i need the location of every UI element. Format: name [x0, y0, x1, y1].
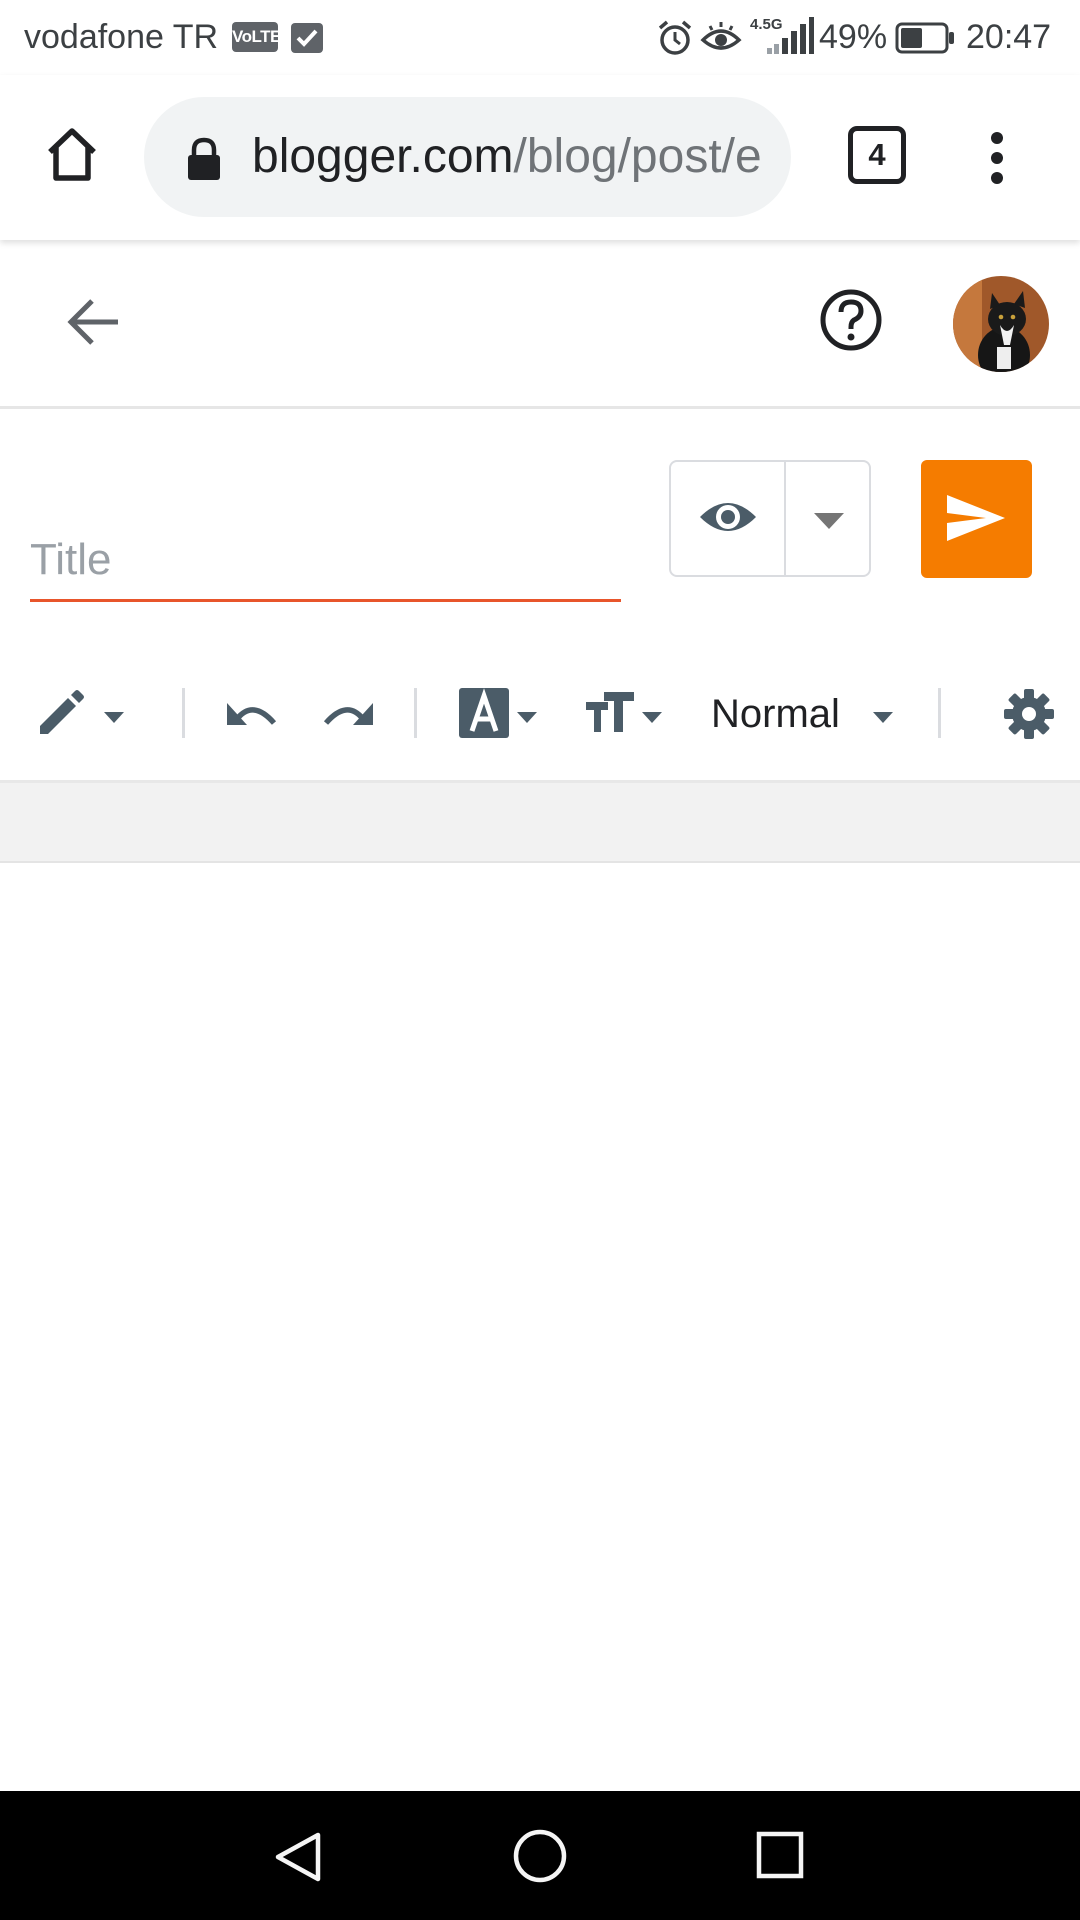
- more-vert-icon[interactable]: [982, 131, 1012, 185]
- nav-back-icon[interactable]: [274, 1831, 322, 1883]
- signal-icon: [765, 14, 815, 56]
- send-icon: [946, 494, 1006, 542]
- undo-icon[interactable]: [225, 695, 279, 731]
- preview-divider: [784, 462, 786, 575]
- app-header: [0, 240, 1080, 409]
- help-icon[interactable]: [819, 288, 883, 352]
- tabs-icon[interactable]: 4: [848, 126, 906, 184]
- pencil-icon[interactable]: [38, 690, 84, 736]
- task-check-icon: [290, 20, 324, 54]
- editor-gutter: [0, 783, 1080, 861]
- avatar[interactable]: [952, 275, 1050, 373]
- caret-down-icon[interactable]: [873, 712, 893, 723]
- caret-down-icon[interactable]: [642, 712, 662, 723]
- url-path: /blog/post/e: [513, 130, 762, 183]
- alarm-icon: [655, 18, 695, 58]
- preview-eye-icon[interactable]: [698, 495, 758, 539]
- redo-icon[interactable]: [321, 695, 375, 731]
- title-underline: [30, 599, 621, 602]
- post-body-editor[interactable]: [0, 861, 1080, 1793]
- preview-button-group: [669, 460, 871, 577]
- caret-down-icon[interactable]: [104, 712, 124, 723]
- url-host: blogger.com: [252, 130, 514, 183]
- toolbar-separator: [414, 688, 417, 738]
- caret-down-icon[interactable]: [517, 712, 537, 723]
- url-bar[interactable]: blogger.com/blog/post/e: [144, 97, 791, 217]
- title-input[interactable]: [30, 525, 620, 595]
- font-size-icon[interactable]: [586, 692, 634, 734]
- status-bar: vodafone TR VoLTE 4.5G 49% 20:47: [0, 0, 1080, 75]
- toolbar-separator: [938, 688, 941, 738]
- paragraph-style-select[interactable]: Normal: [711, 684, 840, 744]
- carrier-name: vodafone TR: [24, 18, 219, 56]
- format-toolbar: Normal: [0, 640, 1080, 783]
- settings-gear-icon[interactable]: [1003, 688, 1055, 740]
- back-arrow-icon[interactable]: [66, 296, 122, 348]
- caret-down-icon[interactable]: [814, 513, 844, 529]
- volte-badge-icon: VoLTE: [232, 22, 281, 52]
- publish-button[interactable]: [921, 460, 1032, 578]
- system-nav-bar: [0, 1791, 1080, 1920]
- battery-percent: 49%: [819, 18, 888, 56]
- toolbar-separator: [182, 688, 185, 738]
- nav-recents-icon[interactable]: [756, 1831, 804, 1879]
- browser-toolbar: blogger.com/blog/post/e 4: [0, 75, 1080, 240]
- nav-home-icon[interactable]: [513, 1829, 567, 1883]
- url-text[interactable]: blogger.com/blog/post/e: [252, 97, 762, 217]
- text-color-icon[interactable]: [459, 688, 509, 738]
- home-icon[interactable]: [42, 125, 102, 185]
- clock: 20:47: [966, 18, 1052, 56]
- eye-comfort-icon: [700, 20, 742, 56]
- lock-icon[interactable]: [186, 137, 222, 181]
- battery-icon: [895, 22, 955, 54]
